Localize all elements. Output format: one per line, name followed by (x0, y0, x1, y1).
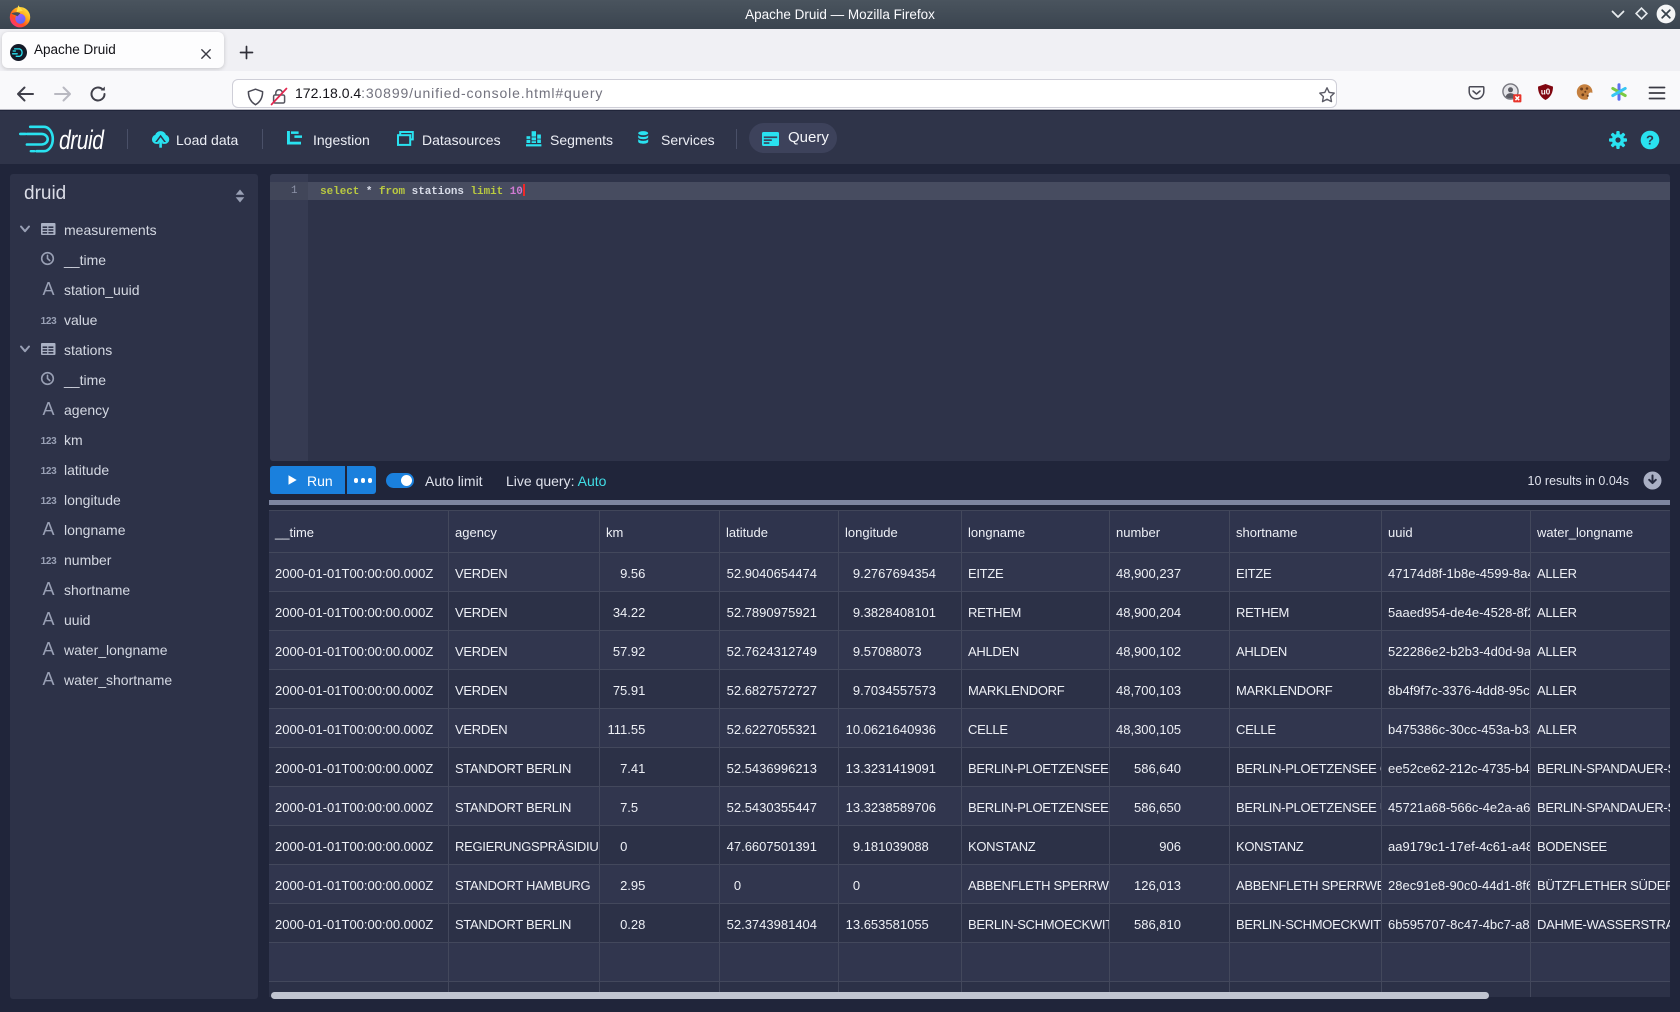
svg-text:?: ? (1646, 133, 1654, 148)
svg-text:u0: u0 (1541, 88, 1551, 97)
